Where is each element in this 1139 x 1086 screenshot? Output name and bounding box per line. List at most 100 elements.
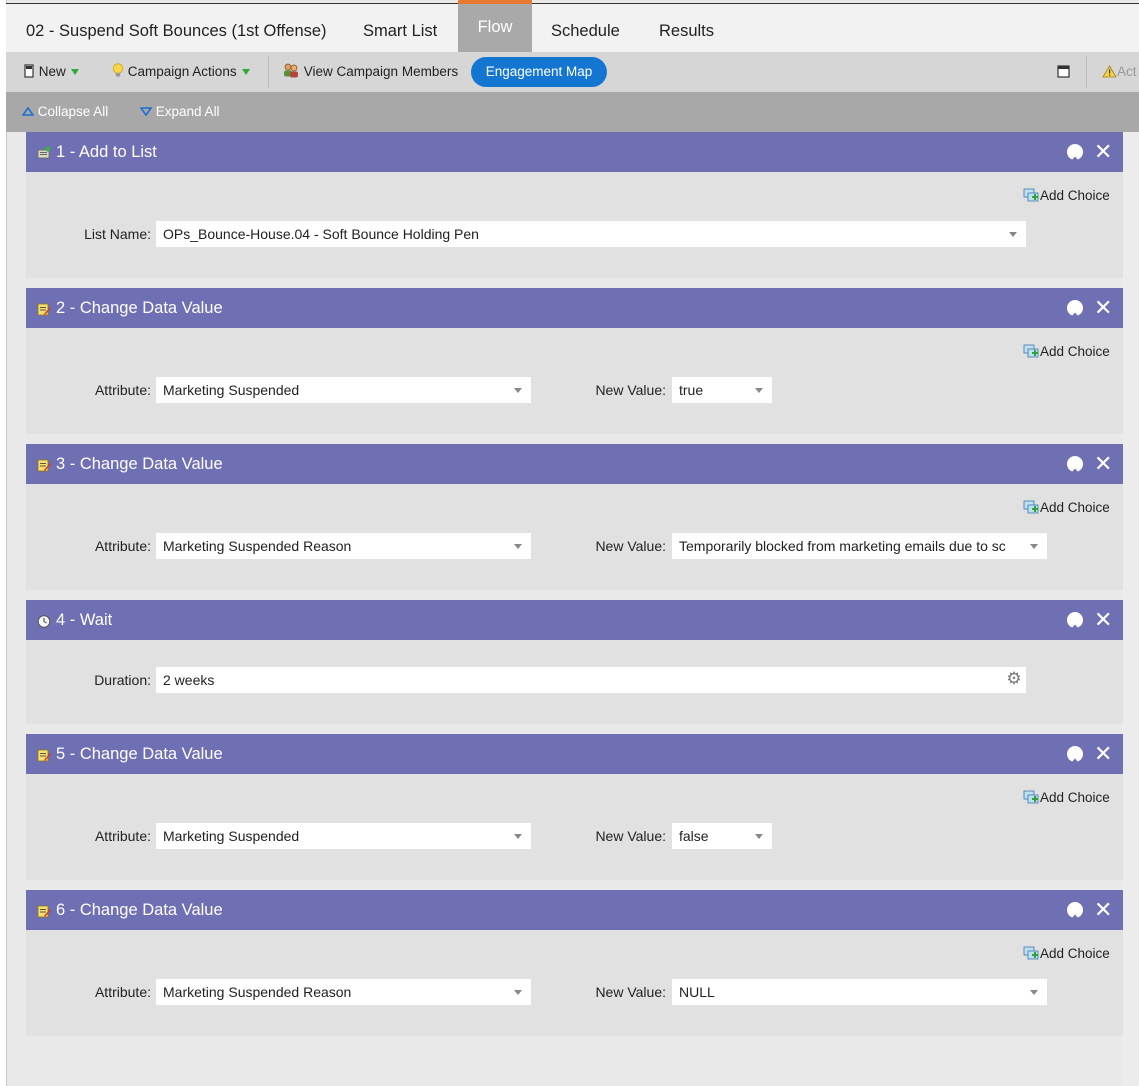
add-choice-button[interactable]: Add Choice: [1023, 500, 1110, 515]
toolbar-divider: [268, 56, 269, 88]
left-edge-strip: [0, 0, 7, 1086]
attribute-value: Marketing Suspended Reason: [163, 538, 352, 554]
move-up-button[interactable]: [1067, 612, 1083, 634]
close-icon: ✕: [1094, 139, 1113, 164]
move-up-button[interactable]: [1067, 144, 1083, 166]
list-name-value: OPs_Bounce-House.04 - Soft Bounce Holdin…: [163, 226, 479, 242]
campaign-actions-label: Campaign Actions: [127, 64, 237, 79]
arrow-up-icon: [1071, 156, 1079, 166]
new-value-value: NULL: [679, 984, 715, 1000]
flow-step-title: 6 - Change Data Value: [56, 901, 223, 919]
flow-step-title: 5 - Change Data Value: [56, 745, 223, 763]
attribute-label: Attribute:: [94, 382, 151, 398]
collapse-all-label: Collapse All: [37, 104, 109, 119]
list-name-label: List Name:: [84, 226, 151, 242]
arrow-up-icon: [1071, 624, 1079, 634]
attribute-select[interactable]: Marketing Suspended: [156, 823, 531, 849]
move-up-button[interactable]: [1067, 902, 1083, 924]
attribute-label: Attribute:: [94, 828, 151, 844]
new-value-select[interactable]: true: [672, 377, 772, 403]
flow-canvas-gutter: [1122, 132, 1139, 1086]
chevron-down-icon: [1009, 232, 1017, 237]
attribute-select[interactable]: Marketing Suspended: [156, 377, 531, 403]
change-data-icon: [37, 303, 51, 316]
activate-label: Act: [1117, 64, 1137, 79]
view-campaign-members-button[interactable]: View Campaign Members: [282, 52, 458, 92]
duration-field[interactable]: 2 weeks ⚙: [156, 667, 1026, 693]
add-choice-icon: [1023, 188, 1040, 203]
add-choice-label: Add Choice: [1040, 188, 1110, 203]
move-up-button[interactable]: [1067, 300, 1083, 322]
new-menu-button[interactable]: New: [23, 52, 79, 92]
delete-step-button[interactable]: ✕: [1094, 890, 1113, 930]
activate-button[interactable]: Act: [1102, 52, 1139, 92]
toolbar-divider: [1086, 56, 1087, 88]
add-choice-button[interactable]: Add Choice: [1023, 188, 1110, 203]
move-up-button[interactable]: [1067, 456, 1083, 478]
attribute-value: Marketing Suspended Reason: [163, 984, 352, 1000]
delete-step-button[interactable]: ✕: [1094, 734, 1113, 774]
attribute-select[interactable]: Marketing Suspended Reason: [156, 979, 531, 1005]
flow-step-header[interactable]: 2 - Change Data Value ✕: [26, 288, 1123, 328]
arrow-up-icon: [1071, 468, 1079, 478]
dropdown-arrow-icon: [241, 69, 250, 76]
gear-icon[interactable]: ⚙: [1005, 670, 1023, 688]
add-choice-label: Add Choice: [1040, 344, 1110, 359]
attribute-select[interactable]: Marketing Suspended Reason: [156, 533, 531, 559]
new-value-value: false: [679, 828, 709, 844]
new-value-select[interactable]: false: [672, 823, 772, 849]
move-up-button[interactable]: [1067, 746, 1083, 768]
new-value-label: New Value:: [595, 538, 666, 554]
close-icon: ✕: [1094, 897, 1113, 922]
chevron-down-icon: [755, 388, 763, 393]
expand-all-button[interactable]: Expand All: [139, 92, 220, 132]
flow-step-title: 2 - Change Data Value: [56, 299, 223, 317]
expand-arrow-icon: [139, 107, 153, 117]
tab-schedule[interactable]: Schedule: [551, 4, 620, 53]
delete-step-button[interactable]: ✕: [1094, 288, 1112, 328]
attribute-value: Marketing Suspended: [163, 828, 300, 844]
delete-step-button[interactable]: ✕: [1094, 132, 1113, 172]
collapse-arrow-icon: [21, 106, 35, 116]
new-value-select[interactable]: Temporarily blocked from marketing email…: [672, 533, 1047, 559]
campaign-actions-button[interactable]: Campaign Actions: [112, 52, 250, 92]
collapse-all-button[interactable]: Collapse All: [21, 92, 109, 132]
add-choice-button[interactable]: Add Choice: [1023, 344, 1110, 359]
delete-step-button[interactable]: ✕: [1094, 600, 1112, 640]
duration-label: Duration:: [94, 672, 151, 688]
flow-step-header[interactable]: 4 - Wait ✕: [26, 600, 1123, 640]
flow-step-header[interactable]: 6 - Change Data Value ✕: [26, 890, 1123, 930]
add-choice-icon: [1023, 790, 1040, 805]
flow-step-header[interactable]: 3 - Change Data Value ✕: [26, 444, 1123, 484]
tab-flow[interactable]: Flow: [458, 0, 532, 57]
list-name-select[interactable]: OPs_Bounce-House.04 - Soft Bounce Holdin…: [156, 221, 1026, 247]
lightbulb-icon: [112, 63, 124, 77]
flow-step-body: Add Choice List Name: OPs_Bounce-House.0…: [26, 172, 1123, 278]
flow-step-title: 3 - Change Data Value: [56, 455, 223, 473]
new-value-label: New Value:: [595, 828, 666, 844]
new-value-select[interactable]: NULL: [672, 979, 1047, 1005]
change-data-icon: [37, 749, 51, 762]
add-choice-button[interactable]: Add Choice: [1023, 946, 1110, 961]
attribute-label: Attribute:: [94, 984, 151, 1000]
close-icon: ✕: [1094, 741, 1113, 766]
chevron-down-icon: [514, 990, 522, 995]
flow-step-header[interactable]: 1 - Add to List ✕: [26, 132, 1123, 172]
flow-step-4: 4 - Wait ✕ Duration: 2 weeks ⚙: [26, 600, 1123, 724]
flow-step-6: 6 - Change Data Value ✕ Add Choice Attri…: [26, 890, 1123, 1036]
delete-step-button[interactable]: ✕: [1094, 444, 1112, 484]
flow-step-5: 5 - Change Data Value ✕ Add Choice Attri…: [26, 734, 1123, 880]
flow-step-header[interactable]: 5 - Change Data Value ✕: [26, 734, 1123, 774]
engagement-map-button[interactable]: Engagement Map: [471, 57, 607, 87]
chevron-down-icon: [514, 544, 522, 549]
add-choice-button[interactable]: Add Choice: [1023, 790, 1110, 805]
attribute-value: Marketing Suspended: [163, 382, 300, 398]
tab-campaign-name[interactable]: 02 - Suspend Soft Bounces (1st Offense): [26, 4, 327, 53]
tab-smart-list[interactable]: Smart List: [363, 4, 437, 53]
tab-results[interactable]: Results: [659, 4, 714, 53]
add-choice-label: Add Choice: [1040, 500, 1110, 515]
window-toggle-button[interactable]: [1057, 52, 1070, 92]
attribute-label: Attribute:: [94, 538, 151, 554]
add-choice-label: Add Choice: [1040, 946, 1110, 961]
add-choice-icon: [1023, 946, 1040, 961]
